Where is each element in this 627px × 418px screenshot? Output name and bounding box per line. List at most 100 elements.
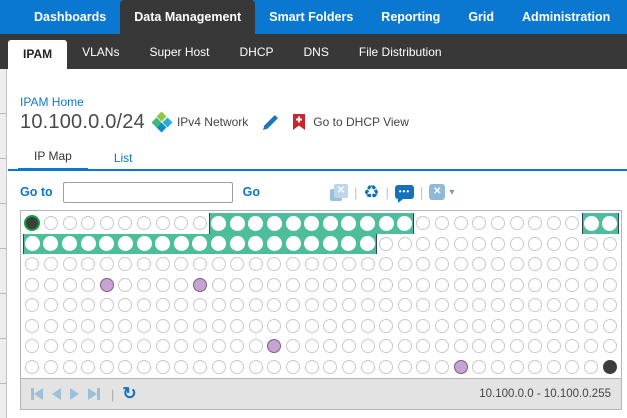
ip-cell[interactable] <box>489 357 508 378</box>
go-button[interactable]: Go <box>243 185 260 199</box>
ip-cell[interactable] <box>191 316 210 337</box>
ip-cell[interactable] <box>79 336 98 357</box>
ip-cell[interactable] <box>98 316 117 337</box>
ip-cell[interactable] <box>302 357 321 378</box>
ip-cell[interactable] <box>600 254 619 275</box>
ip-cell[interactable] <box>451 234 470 255</box>
ip-cell[interactable] <box>414 336 433 357</box>
ip-cell[interactable] <box>489 254 508 275</box>
subnav-item-dns[interactable]: DNS <box>289 35 344 69</box>
ip-cell[interactable] <box>98 275 117 296</box>
ip-cell[interactable] <box>582 336 601 357</box>
ip-cell[interactable] <box>396 213 415 234</box>
nav-item-smart-folders[interactable]: Smart Folders <box>255 0 367 34</box>
ip-cell[interactable] <box>135 254 154 275</box>
ip-cell[interactable] <box>60 254 79 275</box>
ip-cell[interactable] <box>396 336 415 357</box>
ip-cell[interactable] <box>414 254 433 275</box>
ip-cell[interactable] <box>545 254 564 275</box>
ip-cell[interactable] <box>42 357 61 378</box>
ip-cell[interactable] <box>209 234 228 255</box>
ip-cell[interactable] <box>582 213 601 234</box>
ip-cell[interactable] <box>451 275 470 296</box>
ip-cell[interactable] <box>302 295 321 316</box>
ip-cell[interactable] <box>116 295 135 316</box>
ip-cell[interactable] <box>396 254 415 275</box>
ip-cell[interactable] <box>582 316 601 337</box>
ip-cell[interactable] <box>42 295 61 316</box>
ip-cell[interactable] <box>358 295 377 316</box>
ip-cell[interactable] <box>302 254 321 275</box>
ip-cell[interactable] <box>470 254 489 275</box>
breadcrumb-ipam-home[interactable]: IPAM Home <box>20 95 84 109</box>
ip-cell[interactable] <box>247 357 266 378</box>
ip-cell[interactable] <box>172 316 191 337</box>
ip-cell[interactable] <box>153 254 172 275</box>
ip-cell[interactable] <box>582 234 601 255</box>
ip-cell[interactable] <box>247 336 266 357</box>
ip-cell[interactable] <box>470 357 489 378</box>
ip-cell[interactable] <box>209 275 228 296</box>
chevron-down-icon[interactable]: ▾ <box>449 187 454 198</box>
ip-cell[interactable] <box>489 336 508 357</box>
ip-cell[interactable] <box>265 254 284 275</box>
ip-cell[interactable] <box>433 213 452 234</box>
ip-cell[interactable] <box>209 213 228 234</box>
comment-icon[interactable]: ••• <box>395 185 414 199</box>
ip-cell[interactable] <box>507 295 526 316</box>
ip-cell[interactable] <box>526 316 545 337</box>
ip-cell[interactable] <box>358 213 377 234</box>
ip-cell[interactable] <box>98 336 117 357</box>
ip-cell[interactable] <box>172 275 191 296</box>
ip-cell[interactable] <box>153 336 172 357</box>
ip-cell[interactable] <box>433 275 452 296</box>
ip-cell[interactable] <box>414 316 433 337</box>
ip-cell[interactable] <box>42 234 61 255</box>
ip-cell[interactable] <box>247 275 266 296</box>
ip-cell[interactable] <box>191 234 210 255</box>
ip-cell[interactable] <box>60 213 79 234</box>
ip-cell[interactable] <box>563 357 582 378</box>
ip-cell[interactable] <box>526 234 545 255</box>
ip-cell[interactable] <box>284 336 303 357</box>
subnav-item-vlans[interactable]: VLANs <box>67 35 134 69</box>
ip-cell[interactable] <box>284 254 303 275</box>
ip-cell[interactable] <box>414 275 433 296</box>
ip-cell[interactable] <box>563 213 582 234</box>
ip-cell[interactable] <box>153 234 172 255</box>
ip-cell[interactable] <box>489 295 508 316</box>
ip-cell[interactable] <box>60 336 79 357</box>
ip-cell[interactable] <box>42 254 61 275</box>
ip-cell[interactable] <box>265 213 284 234</box>
ip-cell[interactable] <box>377 234 396 255</box>
export-icon[interactable]: ✕ <box>330 184 348 201</box>
ip-cell[interactable] <box>284 275 303 296</box>
ip-cell[interactable] <box>302 336 321 357</box>
ip-cell[interactable] <box>563 316 582 337</box>
ip-cell[interactable] <box>153 213 172 234</box>
ip-cell[interactable] <box>60 275 79 296</box>
tab-list[interactable]: List <box>98 151 149 169</box>
ip-cell[interactable] <box>247 234 266 255</box>
ip-cell[interactable] <box>98 357 117 378</box>
ip-cell[interactable] <box>191 295 210 316</box>
ip-cell[interactable] <box>153 357 172 378</box>
ip-cell[interactable] <box>116 336 135 357</box>
ip-cell[interactable] <box>209 316 228 337</box>
subnav-item-dhcp[interactable]: DHCP <box>225 35 289 69</box>
ip-cell[interactable] <box>340 275 359 296</box>
ip-cell[interactable] <box>79 275 98 296</box>
ip-cell[interactable] <box>358 357 377 378</box>
ip-cell[interactable] <box>302 316 321 337</box>
ip-cell[interactable] <box>489 234 508 255</box>
ip-cell[interactable] <box>545 234 564 255</box>
ip-cell[interactable] <box>98 234 117 255</box>
ip-cell[interactable] <box>172 336 191 357</box>
ip-cell[interactable] <box>545 357 564 378</box>
ip-cell[interactable] <box>582 254 601 275</box>
ip-cell[interactable] <box>116 213 135 234</box>
ip-cell[interactable] <box>358 336 377 357</box>
ip-cell[interactable] <box>563 234 582 255</box>
ip-cell[interactable] <box>23 336 42 357</box>
ip-cell[interactable] <box>582 295 601 316</box>
